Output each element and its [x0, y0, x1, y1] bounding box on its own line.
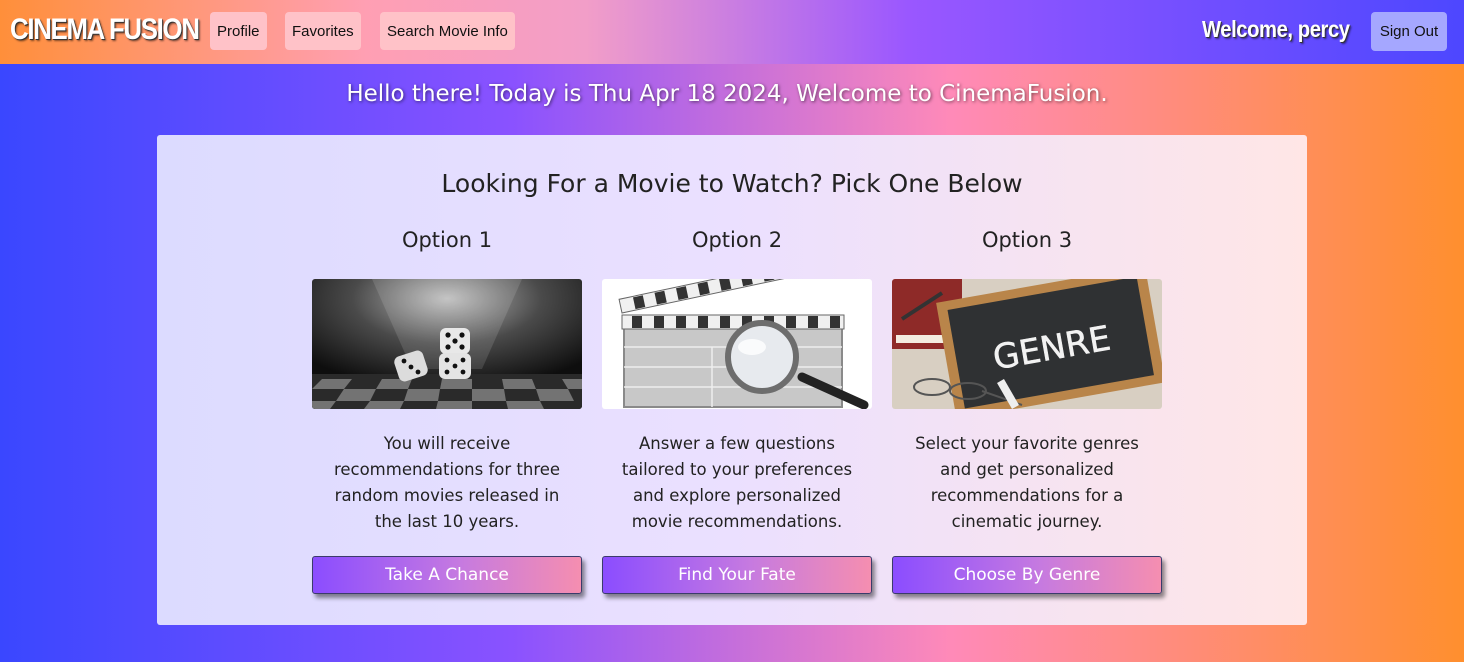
clapperboard-magnifier-image — [602, 279, 872, 409]
greeting-text: Hello there! Today is Thu Apr 18 2024, W… — [346, 81, 1108, 107]
option-description-line: Answer a few questions — [639, 434, 835, 453]
panel-title: Looking For a Movie to Watch? Pick One B… — [441, 169, 1023, 198]
option-description-line: cinematic journey. — [951, 512, 1103, 531]
welcome-user-text: Welcome, percy — [1202, 16, 1350, 42]
choose-by-genre-button[interactable]: Choose By Genre — [892, 556, 1162, 594]
genre-chalkboard-image: GENRE — [892, 279, 1162, 409]
option-description-line: and get personalized — [940, 460, 1114, 479]
option-description: You will receive recommendations for thr… — [312, 431, 582, 535]
find-your-fate-button[interactable]: Find Your Fate — [602, 556, 872, 594]
option-description-line: You will receive — [383, 434, 511, 453]
option-description-line: recommendations for a — [930, 486, 1124, 505]
sign-out-button[interactable]: Sign Out — [1371, 12, 1447, 51]
option-description-line: and explore personalized — [632, 486, 841, 505]
option-description-line: Select your favorite genres — [915, 434, 1139, 453]
option-title: Option 2 — [691, 228, 783, 252]
option-card-1: Option 1 You will receive recommendation… — [312, 228, 582, 608]
option-description-line: tailored to your preferences — [621, 460, 853, 479]
dice-on-chessboard-image — [312, 279, 582, 409]
nav-profile-button[interactable]: Profile — [210, 12, 267, 50]
option-description: Answer a few questions tailored to your … — [602, 431, 872, 535]
option-description-line: the last 10 years. — [374, 512, 520, 531]
take-a-chance-button[interactable]: Take A Chance — [312, 556, 582, 594]
movie-options-panel: Looking For a Movie to Watch? Pick One B… — [157, 135, 1307, 625]
nav-search-movie-info-button[interactable]: Search Movie Info — [380, 12, 515, 50]
top-navbar: CINEMA FUSION Profile Favorites Search M… — [0, 0, 1464, 64]
option-card-3: Option 3 GENRE Select your favorite genr… — [892, 228, 1162, 608]
logo[interactable]: CINEMA FUSION — [10, 13, 200, 47]
option-title: Option 1 — [401, 228, 493, 252]
option-description: Select your favorite genres and get pers… — [892, 431, 1162, 535]
option-description-line: random movies released in — [334, 486, 560, 505]
option-card-2: Option 2 Answer a few questions tailored… — [602, 228, 872, 608]
option-title: Option 3 — [981, 228, 1073, 252]
nav-favorites-button[interactable]: Favorites — [285, 12, 361, 50]
option-description-line: movie recommendations. — [631, 512, 843, 531]
option-description-line: recommendations for three — [333, 460, 561, 479]
